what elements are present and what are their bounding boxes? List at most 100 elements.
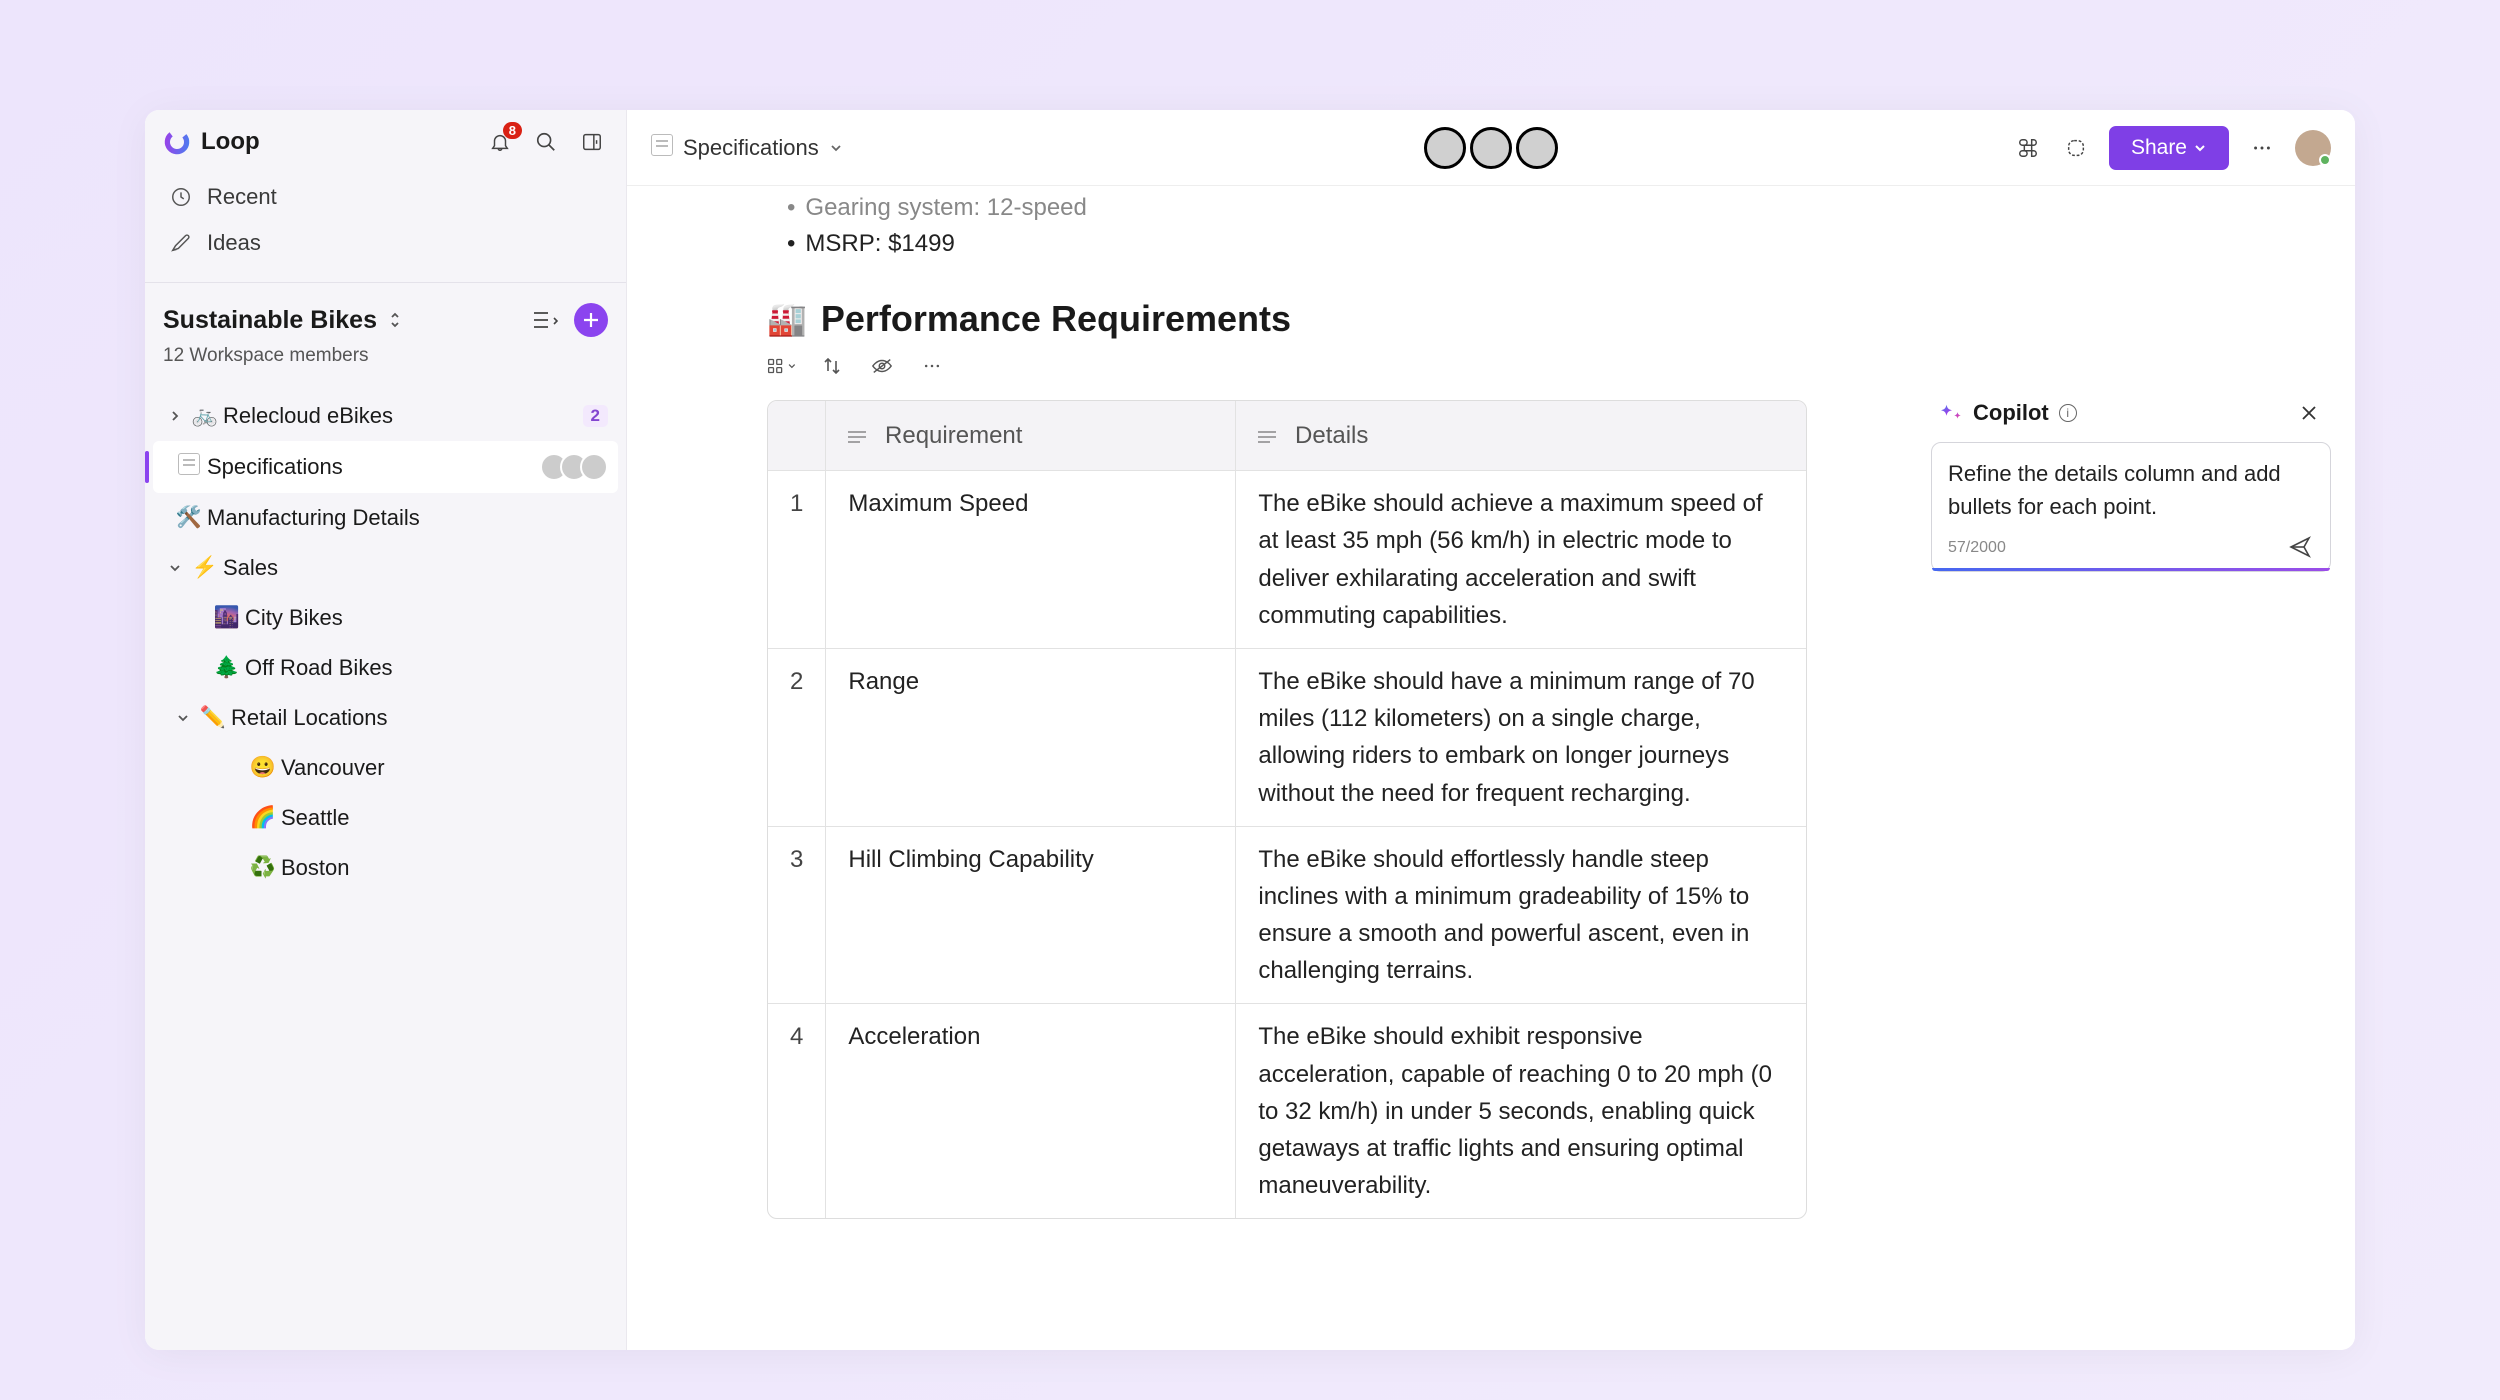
hide-button[interactable] bbox=[867, 354, 897, 378]
clock-icon bbox=[169, 185, 193, 209]
user-avatar[interactable] bbox=[2295, 130, 2331, 166]
presence-bar bbox=[1424, 127, 1558, 169]
tree-item-vancouver[interactable]: 😀 Vancouver bbox=[153, 743, 618, 793]
component-button[interactable] bbox=[2061, 133, 2091, 163]
add-button[interactable] bbox=[574, 303, 608, 337]
command-button[interactable] bbox=[2013, 133, 2043, 163]
pencil-icon: ✏️ bbox=[195, 706, 231, 730]
tree-item-manufacturing[interactable]: 🛠️ Manufacturing Details bbox=[153, 493, 618, 543]
cell-requirement[interactable]: Maximum Speed bbox=[826, 471, 1236, 649]
row-number: 3 bbox=[768, 826, 826, 1004]
tree-item-offroad[interactable]: 🌲 Off Road Bikes bbox=[153, 643, 618, 693]
bullet-text: MSRP: $1499 bbox=[805, 230, 954, 258]
tree-item-specifications[interactable]: Specifications bbox=[153, 441, 618, 493]
table-row[interactable]: 4 Acceleration The eBike should exhibit … bbox=[768, 1004, 1806, 1218]
copilot-icon bbox=[1941, 402, 1963, 424]
search-button[interactable] bbox=[530, 126, 562, 158]
topbar-actions: Share bbox=[2013, 126, 2331, 170]
cell-details[interactable]: The eBike should have a minimum range of… bbox=[1236, 648, 1806, 826]
more-horizontal-icon bbox=[922, 356, 942, 376]
nav-ideas[interactable]: Ideas bbox=[163, 220, 608, 266]
view-button[interactable] bbox=[767, 354, 797, 378]
tools-icon: 🛠️ bbox=[171, 506, 207, 530]
cell-details[interactable]: The eBike should achieve a maximum speed… bbox=[1236, 471, 1806, 649]
more-horizontal-icon bbox=[2251, 137, 2273, 159]
search-icon bbox=[535, 131, 557, 153]
city-icon: 🌆 bbox=[209, 606, 245, 630]
bullet-text: Gearing system: 12-speed bbox=[805, 194, 1086, 222]
copilot-close-button[interactable] bbox=[2297, 401, 2321, 425]
row-number: 1 bbox=[768, 471, 826, 649]
notification-badge: 8 bbox=[503, 122, 522, 139]
column-details[interactable]: Details bbox=[1236, 401, 1806, 471]
bullet-item[interactable]: MSRP: $1499 bbox=[767, 226, 2355, 262]
pen-icon bbox=[169, 231, 193, 255]
workspace-title-switcher[interactable]: Sustainable Bikes bbox=[163, 306, 405, 335]
sort-button[interactable] bbox=[817, 354, 847, 378]
bullet-item[interactable]: Gearing system: 12-speed bbox=[767, 190, 2355, 226]
presence-avatar[interactable] bbox=[1470, 127, 1512, 169]
sidebar-header: Loop 8 bbox=[145, 110, 626, 166]
tree-item-boston[interactable]: ♻️ Boston bbox=[153, 843, 618, 893]
column-requirement[interactable]: Requirement bbox=[826, 401, 1236, 471]
plus-icon bbox=[582, 311, 600, 329]
table-more-button[interactable] bbox=[917, 354, 947, 378]
brand[interactable]: Loop bbox=[163, 128, 260, 156]
sidebar-nav: Recent Ideas bbox=[145, 166, 626, 280]
presence-avatar[interactable] bbox=[1516, 127, 1558, 169]
chevron-updown-icon bbox=[385, 310, 405, 330]
bullet-list: Gearing system: 12-speed MSRP: $1499 bbox=[767, 186, 2355, 262]
status-dot-icon bbox=[2319, 154, 2331, 166]
nav-recent[interactable]: Recent bbox=[163, 174, 608, 220]
section-heading[interactable]: 🏭 Performance Requirements bbox=[767, 298, 2355, 340]
table-body: 1 Maximum Speed The eBike should achieve… bbox=[768, 471, 1806, 1219]
copilot-title: Copilot bbox=[1973, 400, 2049, 426]
page-content: Gearing system: 12-speed MSRP: $1499 🏭 P… bbox=[627, 186, 2355, 1350]
table-row[interactable]: 2 Range The eBike should have a minimum … bbox=[768, 648, 1806, 826]
table-row[interactable]: 3 Hill Climbing Capability The eBike sho… bbox=[768, 826, 1806, 1004]
workspace-subtitle: 12 Workspace members bbox=[145, 343, 626, 385]
tree-item-seattle[interactable]: 🌈 Seattle bbox=[153, 793, 618, 843]
requirements-table: Requirement Details 1 Maximum Speed bbox=[767, 400, 1807, 1219]
info-icon[interactable]: i bbox=[2059, 404, 2077, 422]
list-filter-icon bbox=[532, 309, 558, 331]
breadcrumb-page: Specifications bbox=[683, 135, 819, 161]
tree-label: Boston bbox=[281, 855, 608, 881]
column-number[interactable] bbox=[768, 401, 826, 471]
tree-label: Seattle bbox=[281, 805, 608, 831]
tree-item-retail[interactable]: ✏️ Retail Locations bbox=[153, 693, 618, 743]
cell-requirement[interactable]: Hill Climbing Capability bbox=[826, 826, 1236, 1004]
command-icon bbox=[2017, 137, 2039, 159]
tree-label: Retail Locations bbox=[231, 705, 608, 731]
breadcrumb[interactable]: Specifications bbox=[651, 134, 843, 161]
column-label: Requirement bbox=[885, 422, 1022, 449]
tree-item-citybikes[interactable]: 🌆 City Bikes bbox=[153, 593, 618, 643]
copilot-prompt-text[interactable]: Refine the details column and add bullet… bbox=[1948, 457, 2314, 523]
tree-item-sales[interactable]: ⚡ Sales bbox=[153, 543, 618, 593]
page-tree: 🚲 Relecloud eBikes 2 Specifications 🛠️ M… bbox=[145, 385, 626, 899]
share-button[interactable]: Share bbox=[2109, 126, 2229, 170]
notifications-button[interactable]: 8 bbox=[484, 126, 516, 158]
emoji-face-icon: 😀 bbox=[245, 756, 281, 780]
copilot-footer: 57/2000 bbox=[1948, 535, 2314, 561]
presence-avatar[interactable] bbox=[1424, 127, 1466, 169]
workspace-title: Sustainable Bikes bbox=[163, 306, 377, 335]
cell-details[interactable]: The eBike should exhibit responsive acce… bbox=[1236, 1004, 1806, 1218]
chevron-down-icon bbox=[787, 360, 797, 372]
tree-label: Vancouver bbox=[281, 755, 608, 781]
cell-details[interactable]: The eBike should effortlessly handle ste… bbox=[1236, 826, 1806, 1004]
workspace-header: Sustainable Bikes bbox=[145, 285, 626, 343]
tree-item-relecloud[interactable]: 🚲 Relecloud eBikes 2 bbox=[153, 391, 618, 441]
copilot-send-button[interactable] bbox=[2288, 535, 2314, 561]
copilot-input-box[interactable]: Refine the details column and add bullet… bbox=[1931, 442, 2331, 572]
panel-toggle-button[interactable] bbox=[576, 126, 608, 158]
workspace-list-button[interactable] bbox=[530, 305, 560, 335]
table-header-row: Requirement Details bbox=[768, 401, 1806, 471]
table-row[interactable]: 1 Maximum Speed The eBike should achieve… bbox=[768, 471, 1806, 649]
tree-label: Sales bbox=[223, 555, 608, 581]
main-area: Specifications Share bbox=[627, 110, 2355, 1350]
cell-requirement[interactable]: Range bbox=[826, 648, 1236, 826]
chevron-down-icon bbox=[829, 141, 843, 155]
cell-requirement[interactable]: Acceleration bbox=[826, 1004, 1236, 1218]
more-button[interactable] bbox=[2247, 133, 2277, 163]
